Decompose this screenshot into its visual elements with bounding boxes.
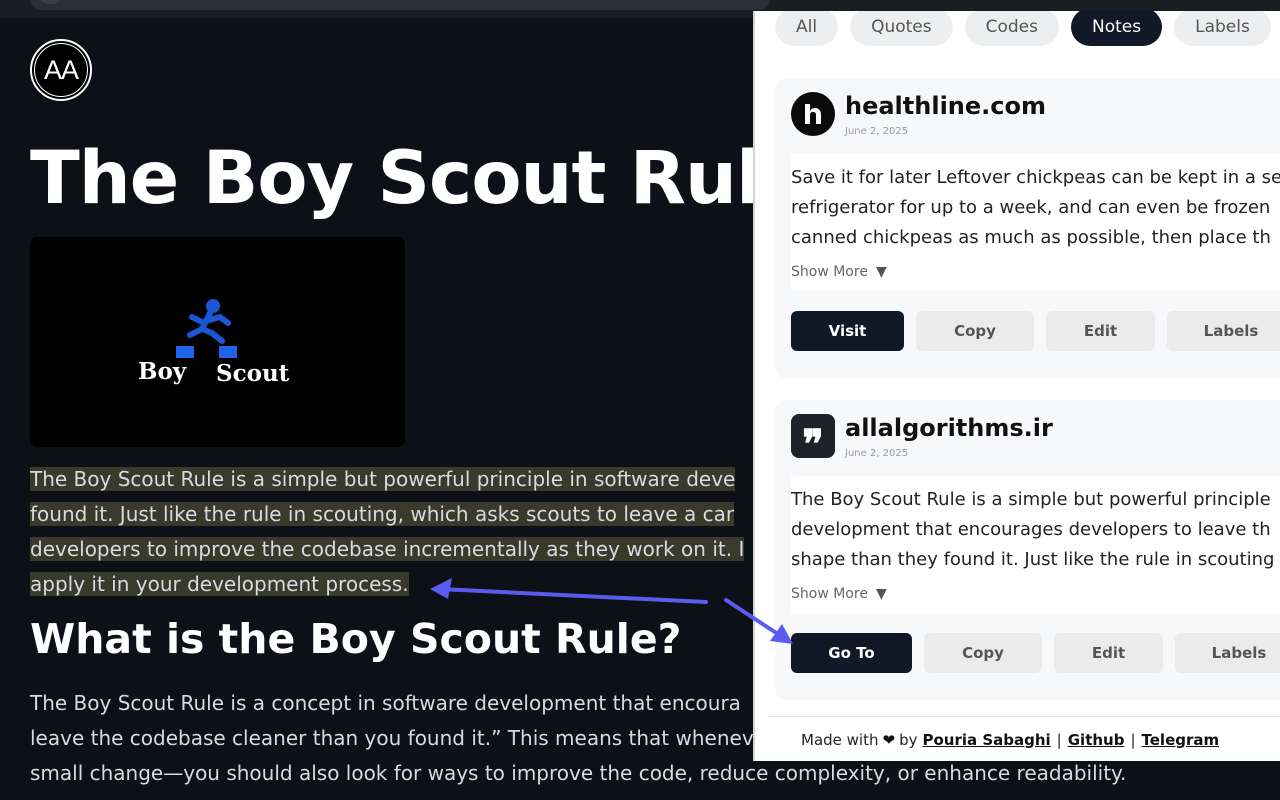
card-date: June 2, 2025: [845, 448, 909, 459]
filter-quotes[interactable]: Quotes: [850, 11, 953, 46]
site-logo-text: AA: [34, 43, 88, 97]
card-date: June 2, 2025: [845, 126, 909, 137]
notes-side-panel: All Quotes Codes Notes Labels healthline…: [753, 11, 1280, 761]
heart-icon: ❤: [882, 730, 896, 749]
note-card: healthline.com June 2, 2025 Save it for …: [775, 78, 1280, 379]
filter-notes[interactable]: Notes: [1071, 11, 1163, 46]
hero-label-left: Boy: [138, 358, 187, 385]
card-snippet: The Boy Scout Rule is a simple but power…: [791, 485, 1274, 575]
filter-labels[interactable]: Labels: [1174, 11, 1271, 46]
section-heading: What is the Boy Scout Rule?: [30, 615, 682, 663]
show-more-toggle[interactable]: Show More ▼: [791, 586, 887, 602]
made-with-text: Made with: [801, 730, 879, 749]
paragraph-line: small change—you should also look for wa…: [30, 761, 1127, 785]
footer-separator: |: [1130, 730, 1136, 749]
show-more-label: Show More: [791, 586, 868, 602]
snippet-line: refrigerator for up to a week, and can e…: [791, 197, 1271, 218]
paragraph-line: developers to improve the codebase incre…: [30, 537, 745, 561]
block-right: [219, 346, 237, 358]
filter-all[interactable]: All: [775, 11, 839, 46]
paragraph-line: apply it in your development process.: [30, 572, 409, 596]
page-title: The Boy Scout Rule: [30, 136, 809, 221]
note-card: ❞ allalgorithms.ir June 2, 2025 The Boy …: [775, 400, 1280, 700]
boy-scout-logo: Boy Scout: [30, 237, 405, 447]
filter-chips: All Quotes Codes Notes Labels: [775, 11, 1271, 46]
healthline-icon: [791, 92, 835, 136]
copy-button[interactable]: Copy: [916, 311, 1034, 351]
panel-footer: Made with ❤ by Pouria Sabaghi | Github |…: [767, 716, 1280, 761]
card-domain[interactable]: healthline.com: [845, 92, 1046, 120]
highlighted-paragraph: The Boy Scout Rule is a simple but power…: [30, 462, 770, 602]
block-left: [176, 346, 194, 358]
labels-button[interactable]: Labels: [1175, 633, 1280, 673]
caret-down-icon: ▼: [875, 586, 887, 602]
snippet-line: shape than they found it. Just like the …: [791, 549, 1275, 570]
snippet-line: development that encourages developers t…: [791, 519, 1271, 540]
telegram-link[interactable]: Telegram: [1142, 731, 1220, 749]
go-to-button[interactable]: Go To: [791, 633, 912, 673]
hero-label-right: Scout: [216, 360, 290, 387]
author-link[interactable]: Pouria Sabaghi: [922, 731, 1050, 749]
copy-button[interactable]: Copy: [924, 633, 1042, 673]
snippet-line: The Boy Scout Rule is a simple but power…: [791, 489, 1271, 510]
address-bar[interactable]: [30, 0, 770, 10]
edit-button[interactable]: Edit: [1054, 633, 1163, 673]
hero-image: Boy Scout: [30, 237, 405, 447]
caret-down-icon: ▼: [875, 264, 887, 280]
snippet-line: canned chickpeas as much as possible, th…: [791, 227, 1271, 248]
card-snippet: Save it for later Leftover chickpeas can…: [791, 163, 1280, 253]
card-body: The Boy Scout Rule is a simple but power…: [791, 476, 1280, 613]
card-body: Save it for later Leftover chickpeas can…: [791, 154, 1280, 291]
show-more-label: Show More: [791, 264, 868, 280]
card-actions: Go To Copy Edit Labels: [791, 633, 1280, 673]
edit-button[interactable]: Edit: [1046, 311, 1155, 351]
github-link[interactable]: Github: [1068, 731, 1125, 749]
card-actions: Visit Copy Edit Labels: [791, 311, 1280, 351]
site-logo[interactable]: AA: [30, 39, 92, 101]
show-more-toggle[interactable]: Show More ▼: [791, 264, 887, 280]
filter-codes[interactable]: Codes: [964, 11, 1060, 46]
footer-separator: |: [1056, 730, 1062, 749]
paragraph-line: found it. Just like the rule in scouting…: [30, 502, 735, 526]
visit-button[interactable]: Visit: [791, 311, 904, 351]
snippet-line: Save it for later Leftover chickpeas can…: [791, 167, 1280, 188]
quote-icon: ❞: [791, 414, 835, 465]
labels-button[interactable]: Labels: [1167, 311, 1280, 351]
by-text: by: [899, 730, 918, 749]
paragraph-line: The Boy Scout Rule is a simple but power…: [30, 467, 736, 491]
card-domain[interactable]: allalgorithms.ir: [845, 414, 1053, 442]
